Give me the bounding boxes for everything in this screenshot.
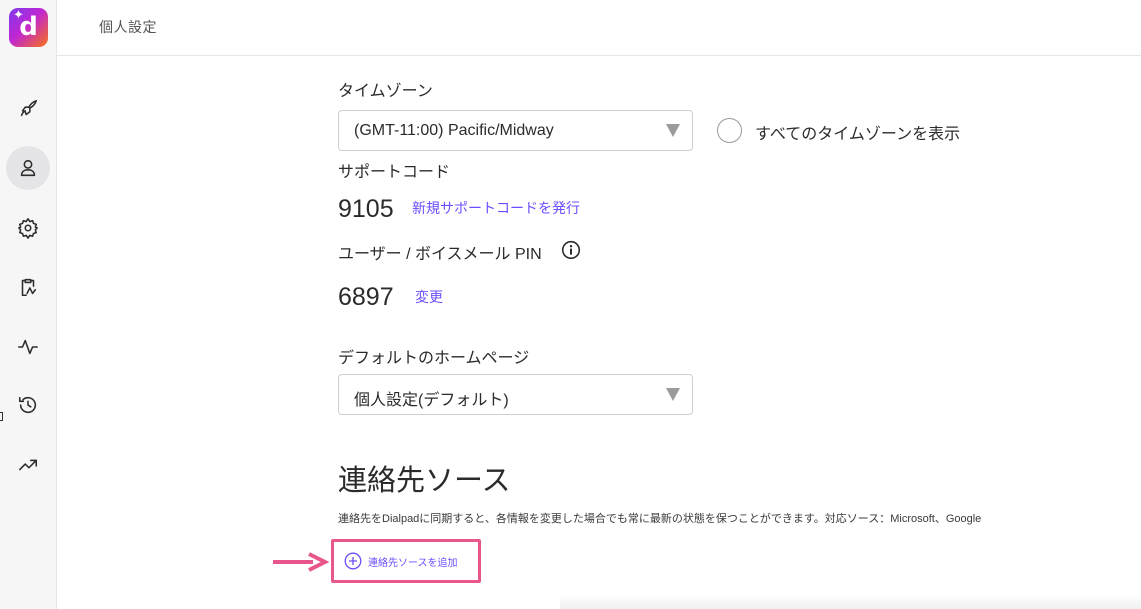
timezone-value: (GMT-11:00) Pacific/Midway	[354, 122, 554, 139]
timezone-label: タイムゾーン	[338, 83, 433, 100]
homepage-value: 個人設定(デフォルト)	[354, 392, 509, 409]
show-all-timezones-label[interactable]: すべてのタイムゾーンを表示	[755, 120, 960, 144]
add-contact-source-label: 連絡先ソースを追加	[368, 557, 458, 569]
clipboard-icon[interactable]	[6, 265, 50, 309]
timezone-select[interactable]: (GMT-11:00) Pacific/Midway	[338, 110, 693, 151]
app-logo[interactable]: ✦ d	[9, 8, 48, 47]
rocket-icon[interactable]	[6, 87, 50, 131]
contact-sources-description: 連絡先をDialpadに同期すると、各情報を変更した場合でも常に最新の状態を保つ…	[338, 513, 982, 525]
new-support-code-link[interactable]: 新規サポートコードを発行	[412, 198, 580, 218]
top-bar: 個人設定	[57, 0, 1141, 56]
plus-circle-icon	[344, 552, 362, 570]
sidebar: ✦ d	[0, 0, 57, 609]
pointer-arrow-icon	[273, 552, 329, 572]
support-code-label: サポートコード	[338, 164, 451, 181]
trending-up-icon[interactable]	[6, 443, 50, 487]
change-pin-link[interactable]: 変更	[415, 287, 443, 307]
dropdown-caret-icon	[666, 388, 680, 401]
history-icon[interactable]	[6, 383, 50, 427]
dropdown-caret-icon	[666, 124, 680, 137]
pin-value: 6897	[338, 283, 394, 311]
homepage-select[interactable]: 個人設定(デフォルト)	[338, 374, 693, 415]
sparkle-icon: ✦	[13, 8, 24, 23]
window-edge-marker	[0, 412, 3, 421]
pin-label: ユーザー / ボイスメール PIN	[338, 246, 542, 263]
info-icon[interactable]	[561, 240, 581, 260]
add-contact-source-button[interactable]: 連絡先ソースを追加	[344, 551, 458, 571]
homepage-label: デフォルトのホームページ	[338, 350, 530, 367]
bottom-shadow	[560, 595, 1141, 609]
gear-icon[interactable]	[6, 206, 50, 250]
support-code-value: 9105	[338, 195, 394, 223]
contact-sources-title: 連絡先ソース	[338, 465, 511, 497]
show-all-timezones-radio[interactable]	[717, 118, 742, 143]
activity-icon[interactable]	[6, 325, 50, 369]
page-title: 個人設定	[99, 19, 157, 35]
person-icon[interactable]	[6, 146, 50, 190]
